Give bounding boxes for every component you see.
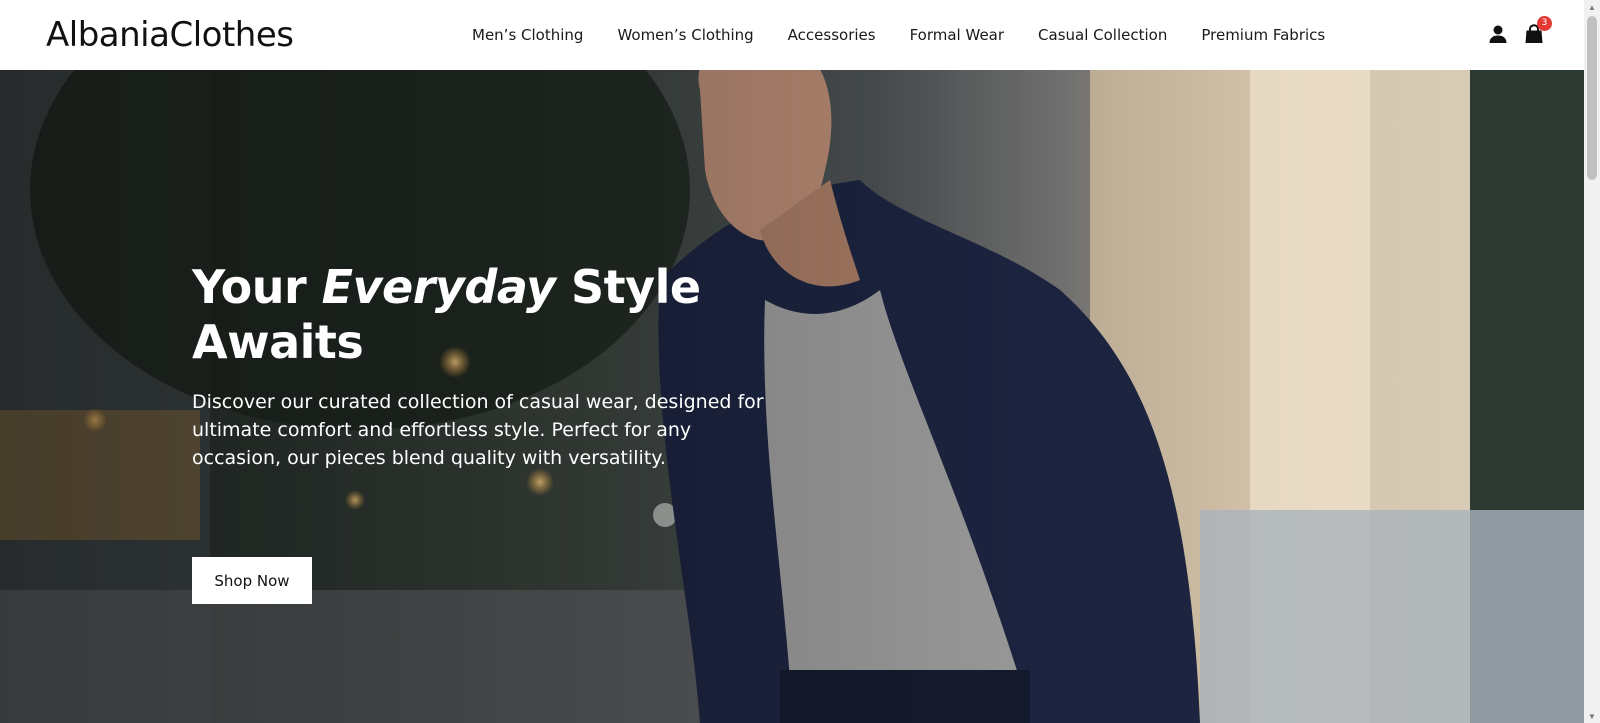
cart-count-badge: 3 [1537, 16, 1552, 31]
shop-now-button[interactable]: Shop Now [192, 557, 312, 604]
nav-item-accessories[interactable]: Accessories [788, 26, 876, 44]
scroll-down-arrow-icon[interactable]: ▼ [1584, 709, 1600, 723]
main-nav: Men’s Clothing Women’s Clothing Accessor… [472, 0, 1325, 70]
site-header: AlbaniaClothes Men’s Clothing Women’s Cl… [0, 0, 1584, 70]
scroll-up-arrow-icon[interactable]: ▲ [1584, 0, 1600, 14]
nav-item-premium-fabrics[interactable]: Premium Fabrics [1201, 26, 1325, 44]
user-icon[interactable] [1486, 22, 1510, 46]
nav-item-formal-wear[interactable]: Formal Wear [910, 26, 1004, 44]
nav-item-casual-collection[interactable]: Casual Collection [1038, 26, 1167, 44]
hero-title-emphasis: Everyday [321, 260, 556, 314]
hero-title-start: Your [192, 260, 322, 314]
scrollbar-thumb[interactable] [1587, 16, 1597, 180]
hero-banner: Your Everyday Style Awaits Discover our … [0, 70, 1584, 723]
header-icons: 3 [1486, 16, 1552, 46]
nav-item-womens-clothing[interactable]: Women’s Clothing [617, 26, 753, 44]
page-scrollbar[interactable]: ▲ ▼ [1584, 0, 1600, 723]
page: AlbaniaClothes Men’s Clothing Women’s Cl… [0, 0, 1584, 723]
hero-title: Your Everyday Style Awaits [192, 260, 752, 370]
shopping-bag-icon[interactable]: 3 [1522, 16, 1552, 46]
brand-logo[interactable]: AlbaniaClothes [46, 14, 294, 56]
hero-description: Discover our curated collection of casua… [192, 391, 764, 469]
nav-item-mens-clothing[interactable]: Men’s Clothing [472, 26, 583, 44]
